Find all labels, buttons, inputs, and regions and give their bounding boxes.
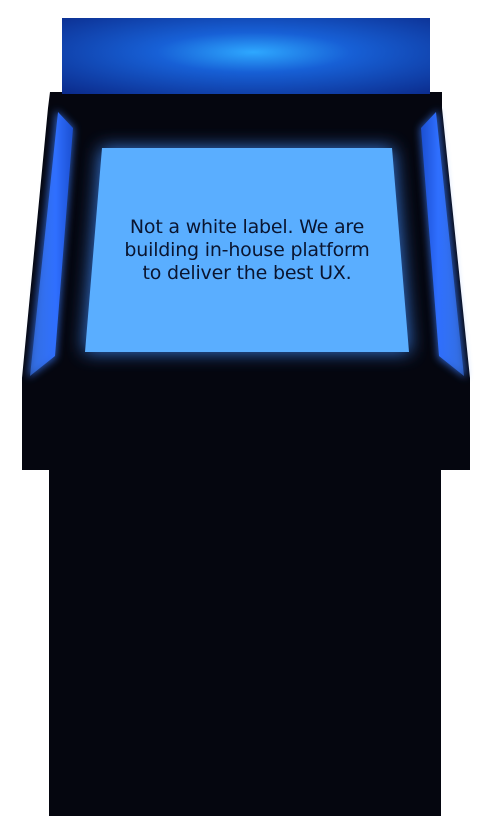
marquee-panel [62, 18, 430, 94]
screen-message: Not a white label. We are building in-ho… [124, 215, 370, 284]
arcade-cabinet-graphic [22, 18, 470, 816]
cabinet-pedestal [49, 460, 441, 816]
arcade-cabinet-illustration: Not a white label. We are building in-ho… [0, 0, 494, 816]
